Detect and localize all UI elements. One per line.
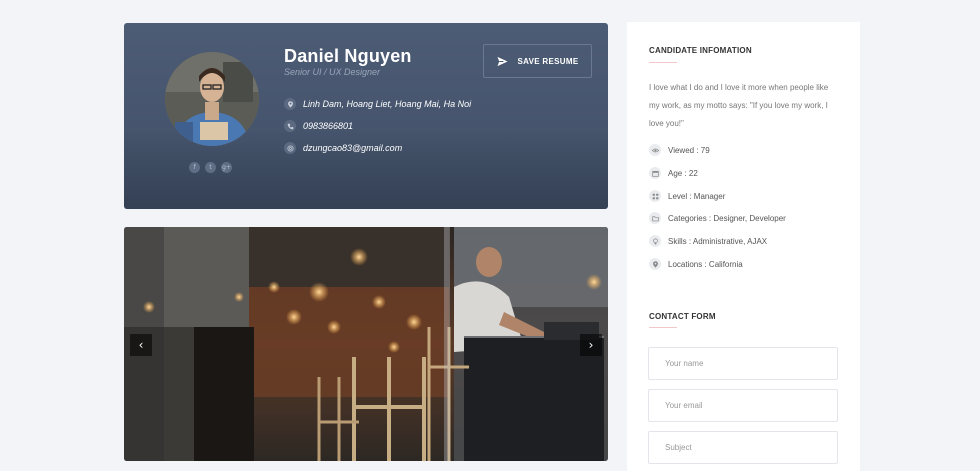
- calendar-icon: [649, 167, 661, 179]
- meta-locations: Locations : California: [649, 258, 743, 270]
- section-divider: [649, 62, 677, 63]
- meta-level: Level : Manager: [649, 190, 725, 202]
- meta-skills: Skills : Administrative, AJAX: [649, 235, 767, 247]
- candidate-bio: I love what I do and I love it more when…: [649, 83, 829, 128]
- slider-prev-button[interactable]: ‹: [130, 334, 152, 356]
- slider-next-button[interactable]: ›: [580, 334, 602, 356]
- save-resume-button[interactable]: SAVE RESUME: [483, 44, 592, 78]
- facebook-icon[interactable]: f: [189, 162, 200, 173]
- email-icon: [284, 142, 296, 154]
- email-input[interactable]: [665, 401, 825, 410]
- folder-icon: [649, 212, 661, 224]
- phone-text: 0983866801: [303, 121, 354, 131]
- map-pin-icon: [649, 258, 661, 270]
- level-icon: [649, 190, 661, 202]
- contact-form-title: CONTACT FORM: [649, 312, 716, 321]
- subject-field[interactable]: [648, 431, 838, 464]
- meta-text: Age : 22: [668, 168, 698, 178]
- eye-icon: [649, 144, 661, 156]
- slider-image: [124, 227, 608, 461]
- candidate-info-title: CANDIDATE INFOMATION: [649, 46, 752, 55]
- meta-text: Level : Manager: [668, 191, 726, 201]
- send-icon: [496, 56, 508, 66]
- google-plus-icon[interactable]: g+: [221, 162, 232, 173]
- social-links: f t g+: [189, 162, 232, 173]
- twitter-icon[interactable]: t: [205, 162, 216, 173]
- email-field[interactable]: [648, 389, 838, 422]
- meta-categories: Categories : Designer, Developer: [649, 212, 786, 224]
- phone-icon: [284, 120, 296, 132]
- meta-text: Locations : California: [668, 259, 743, 269]
- email-text[interactable]: dzungcao83@gmail.com: [303, 143, 402, 153]
- candidate-title: Senior UI / UX Designer: [284, 67, 381, 77]
- meta-age: Age : 22: [649, 167, 698, 179]
- meta-viewed: Viewed : 79: [649, 144, 710, 156]
- phone-row: 0983866801: [284, 120, 353, 132]
- name-input[interactable]: [665, 359, 825, 368]
- candidate-name: Daniel Nguyen: [284, 46, 412, 66]
- meta-text: Skills : Administrative, AJAX: [668, 236, 768, 246]
- section-divider: [649, 327, 677, 328]
- name-field[interactable]: [648, 347, 838, 380]
- meta-text: Categories : Designer, Developer: [668, 213, 786, 223]
- bulb-icon: [649, 235, 661, 247]
- email-row: dzungcao83@gmail.com: [284, 142, 402, 154]
- candidate-sidebar: CANDIDATE INFOMATION I love what I do an…: [627, 22, 860, 471]
- photo-slider: ‹ ›: [124, 227, 608, 461]
- profile-card: f t g+ Daniel Nguyen Senior UI / UX Desi…: [124, 23, 608, 209]
- save-resume-label: SAVE RESUME: [517, 56, 579, 66]
- address-text: Linh Dam, Hoang Liet, Hoang Mai, Ha Noi: [303, 99, 472, 109]
- map-pin-icon: [284, 98, 296, 110]
- avatar: [165, 52, 259, 146]
- subject-input[interactable]: [665, 443, 825, 452]
- address-row: Linh Dam, Hoang Liet, Hoang Mai, Ha Noi: [284, 98, 471, 110]
- meta-text: Viewed : 79: [668, 145, 710, 155]
